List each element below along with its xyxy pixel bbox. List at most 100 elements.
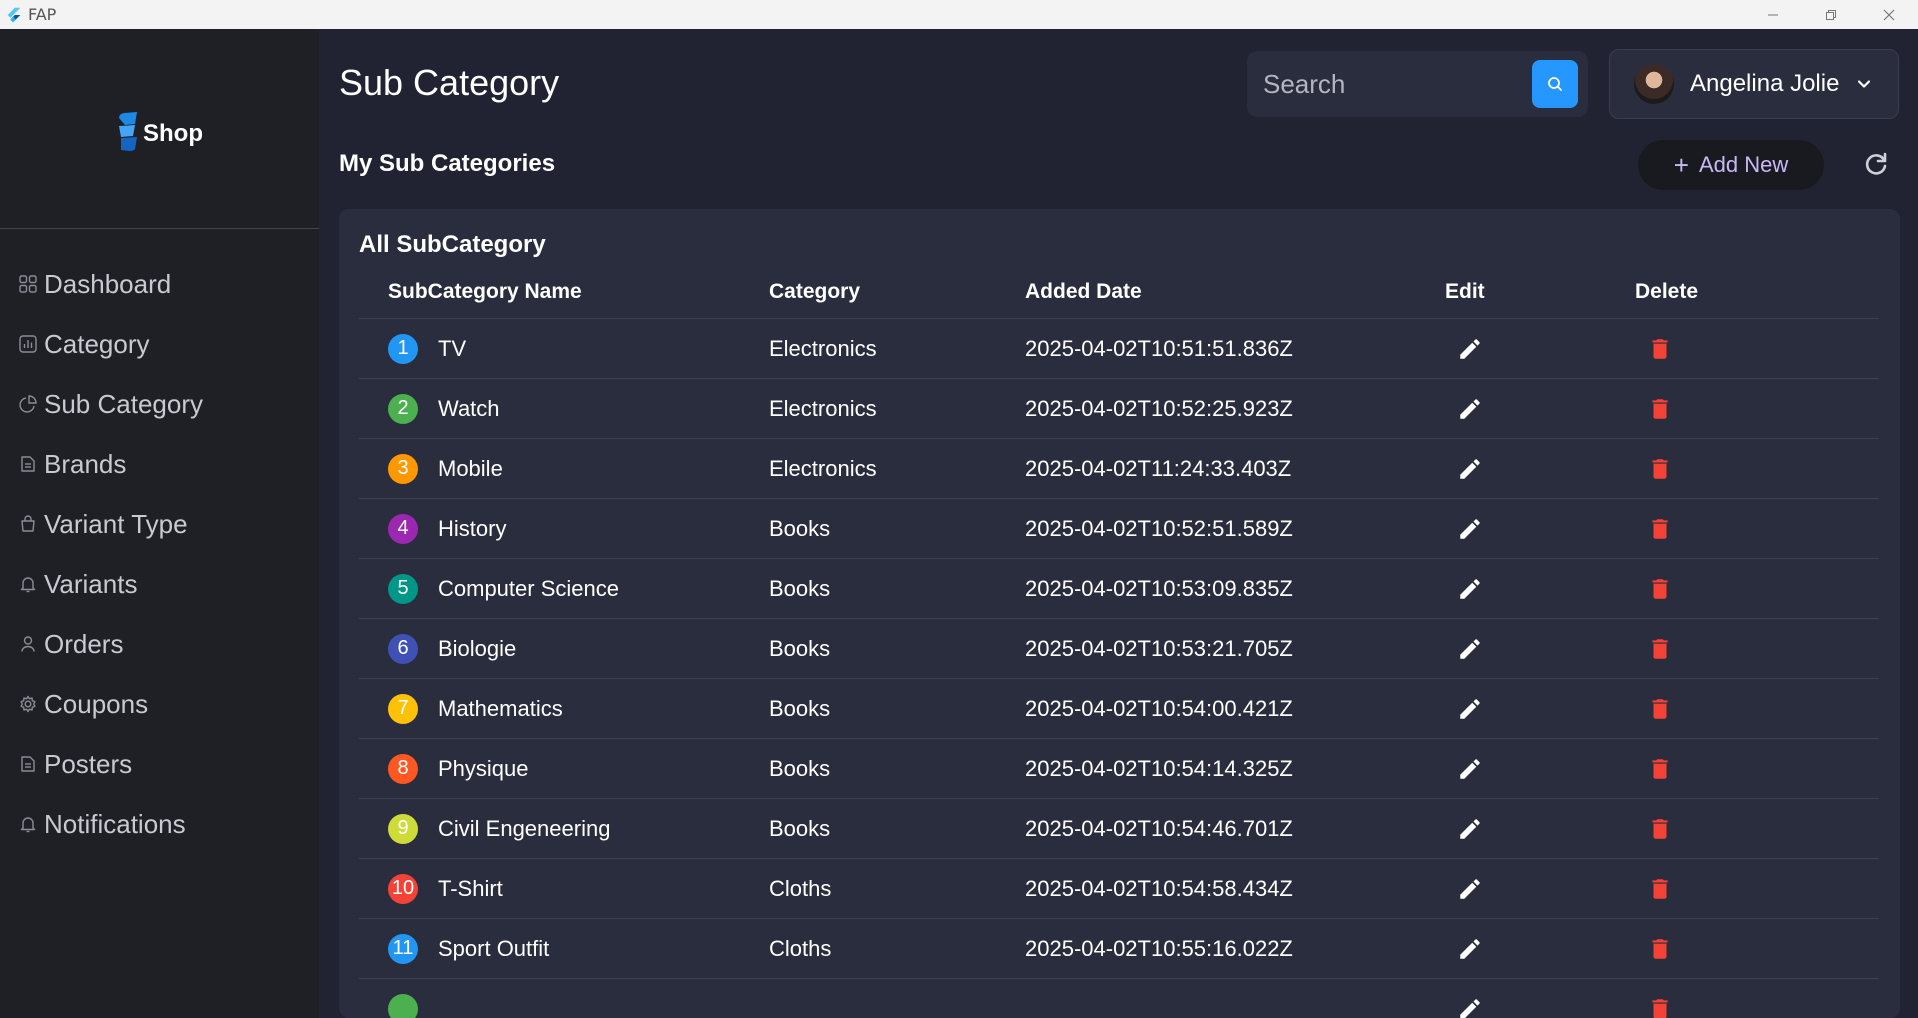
cell-delete	[1635, 876, 1835, 902]
delete-icon[interactable]	[1647, 936, 1673, 962]
sidebar-item-posters[interactable]: Posters	[18, 734, 203, 794]
sidebar-item-category[interactable]: Category	[18, 314, 203, 374]
delete-icon[interactable]	[1647, 876, 1673, 902]
sidebar-nav: Dashboard Category Sub Category Brands V…	[18, 254, 203, 854]
delete-icon[interactable]	[1647, 576, 1673, 602]
table-row[interactable]: 3 Mobile Electronics 2025-04-02T11:24:33.40…	[359, 439, 1879, 499]
edit-icon[interactable]	[1457, 516, 1483, 542]
column-header-date[interactable]: Added Date	[1025, 280, 1445, 304]
cell-edit	[1445, 876, 1635, 902]
edit-icon[interactable]	[1457, 336, 1483, 362]
cell-added-date: 2025-04-02T10:53:21.705Z	[1025, 635, 1293, 661]
row-number-badge: 1	[388, 333, 418, 364]
delete-icon[interactable]	[1647, 756, 1673, 782]
table-row[interactable]: 4 History Books 2025-04-02T10:52:51.589Z	[359, 499, 1879, 559]
user-profile-menu[interactable]: Angelina Jolie	[1609, 49, 1899, 119]
cell-delete	[1635, 756, 1835, 782]
section-title: My Sub Categories	[339, 150, 556, 177]
table-row[interactable]: 1 TV Electronics 2025-04-02T10:51:51.836Z	[359, 319, 1879, 379]
delete-icon[interactable]	[1647, 636, 1673, 662]
row-number-badge: 10	[388, 873, 418, 904]
cell-delete	[1635, 816, 1835, 842]
subcategory-name: TV	[438, 335, 467, 361]
sidebar-item-variants[interactable]: Variants	[18, 554, 203, 614]
search-input[interactable]	[1263, 68, 1523, 100]
subcategory-table-card: All SubCategory SubCategory Name Categor…	[339, 209, 1900, 1018]
cell-delete	[1635, 576, 1835, 602]
restore-button[interactable]	[1802, 0, 1860, 29]
row-number-badge: 8	[388, 753, 418, 784]
cell-delete	[1635, 516, 1835, 542]
table-row[interactable]: 5 Computer Science Books 2025-04-02T10:53:0…	[359, 559, 1879, 619]
row-number-badge: 5	[388, 573, 418, 604]
cell-added-date: 2025-04-02T11:24:33.403Z	[1025, 455, 1292, 481]
shop-logo[interactable]: Shop	[115, 112, 203, 152]
edit-icon[interactable]	[1457, 756, 1483, 782]
cell-edit	[1445, 816, 1635, 842]
cell-category: Electronics	[769, 455, 877, 481]
table-row[interactable]: 2 Watch Electronics 2025-04-02T10:52:25.923…	[359, 379, 1879, 439]
edit-icon[interactable]	[1457, 456, 1483, 482]
delete-icon[interactable]	[1647, 696, 1673, 722]
sidebar-item-orders[interactable]: Orders	[18, 614, 203, 674]
refresh-icon[interactable]	[1862, 151, 1890, 179]
delete-icon[interactable]	[1647, 456, 1673, 482]
table-row[interactable]: 10 T-Shirt Cloths 2025-04-02T10:54:58.434Z	[359, 859, 1879, 919]
edit-icon[interactable]	[1457, 396, 1483, 422]
bell-icon	[18, 814, 38, 834]
gear-icon	[18, 694, 38, 714]
sidebar-item-dashboard[interactable]: Dashboard	[18, 254, 203, 314]
sidebar-item-sub-category[interactable]: Sub Category	[18, 374, 203, 434]
cell-name: 11 Sport Outfit	[359, 933, 769, 964]
minimize-button[interactable]	[1744, 0, 1802, 29]
sidebar-item-notifications[interactable]: Notifications	[18, 794, 203, 854]
table-row[interactable]: 8 Physique Books 2025-04-02T10:54:14.325Z	[359, 739, 1879, 799]
table-row[interactable]: 9 Civil Engeneering Books 2025-04-02T10:54:…	[359, 799, 1879, 859]
subcategory-name: Physique	[438, 755, 529, 781]
cell-added-date: 2025-04-02T10:52:51.589Z	[1025, 515, 1293, 541]
edit-icon[interactable]	[1457, 936, 1483, 962]
edit-icon[interactable]	[1457, 696, 1483, 722]
delete-icon[interactable]	[1647, 396, 1673, 422]
plus-icon: +	[1673, 149, 1689, 180]
sidebar-item-variant-type[interactable]: Variant Type	[18, 494, 203, 554]
search-box	[1247, 51, 1588, 117]
cell-category: Electronics	[769, 335, 877, 361]
shop-logo-icon	[119, 112, 137, 151]
search-icon	[1548, 77, 1562, 91]
minimize-icon	[1768, 14, 1778, 15]
delete-icon[interactable]	[1647, 816, 1673, 842]
column-header-name[interactable]: SubCategory Name	[359, 280, 769, 304]
edit-icon[interactable]	[1457, 876, 1483, 902]
bell-icon	[18, 574, 38, 594]
close-window-button[interactable]	[1860, 0, 1918, 29]
cell-name: 5 Computer Science	[359, 573, 769, 604]
add-new-label: Add New	[1698, 152, 1789, 177]
table-row[interactable]: 7 Mathematics Books 2025-04-02T10:54:00.421…	[359, 679, 1879, 739]
sidebar-item-label: Sub Category	[44, 388, 203, 419]
delete-icon[interactable]	[1647, 336, 1673, 362]
row-number-badge: 9	[388, 813, 418, 844]
cell-delete	[1635, 996, 1835, 1018]
edit-icon[interactable]	[1457, 996, 1483, 1018]
add-new-button[interactable]: + Add New	[1638, 140, 1824, 190]
cell-added-date: 2025-04-02T10:54:14.325Z	[1025, 755, 1293, 781]
table-row[interactable]: 6 Biologie Books 2025-04-02T10:53:21.705Z	[359, 619, 1879, 679]
table-row[interactable]	[359, 979, 1879, 1018]
sidebar-divider	[0, 228, 319, 229]
avatar	[1634, 64, 1674, 104]
subcategory-table: SubCategory Name Category Added Date Edi…	[359, 265, 1879, 1018]
table-row[interactable]: 11 Sport Outfit Cloths 2025-04-02T10:55:16.…	[359, 919, 1879, 979]
delete-icon[interactable]	[1647, 996, 1673, 1018]
edit-icon[interactable]	[1457, 816, 1483, 842]
column-header-category[interactable]: Category	[769, 280, 1025, 304]
sidebar-item-brands[interactable]: Brands	[18, 434, 203, 494]
edit-icon[interactable]	[1457, 576, 1483, 602]
table-header: SubCategory Name Category Added Date Edi…	[359, 265, 1879, 319]
edit-icon[interactable]	[1457, 636, 1483, 662]
delete-icon[interactable]	[1647, 516, 1673, 542]
cell-category: Books	[769, 755, 831, 781]
cell-edit	[1445, 936, 1635, 962]
search-button[interactable]	[1532, 60, 1578, 108]
sidebar-item-coupons[interactable]: Coupons	[18, 674, 203, 734]
